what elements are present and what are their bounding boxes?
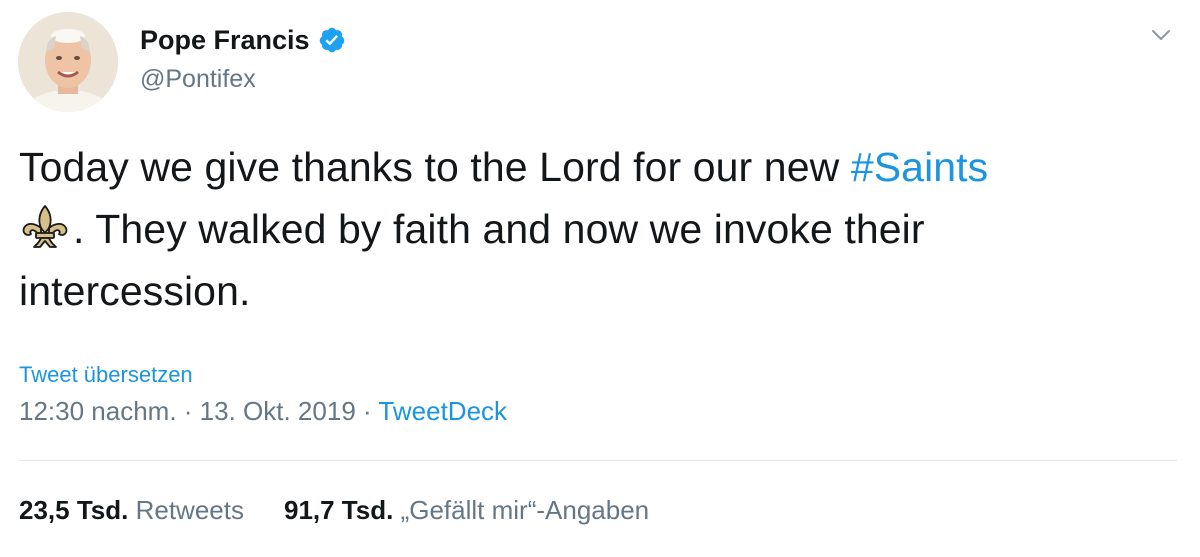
author-name[interactable]: Pope Francis (140, 24, 310, 56)
tweet-stats: 23,5 Tsd. Retweets 91,7 Tsd. „Gefällt mi… (19, 494, 689, 526)
tweet-card: Pope Francis @Pontifex Today we give tha… (0, 0, 1200, 557)
tweet-meta: 12:30 nachm. · 13. Okt. 2019 · TweetDeck (19, 395, 507, 427)
tweet-text: Today we give thanks to the Lord for our… (19, 136, 1159, 322)
tweet-text-part2: . They walked by faith and now we invoke… (19, 206, 925, 314)
verified-badge-icon (318, 26, 346, 54)
author-handle[interactable]: @Pontifex (140, 64, 256, 94)
author-name-row: Pope Francis (140, 24, 346, 56)
fleur-de-lis-icon (19, 203, 71, 251)
tweet-date[interactable]: 13. Okt. 2019 (200, 396, 356, 426)
divider (19, 460, 1177, 461)
likes-stat[interactable]: 91,7 Tsd. „Gefällt mir“-Angaben (284, 494, 649, 526)
retweets-label: Retweets (135, 495, 244, 525)
chevron-down-icon[interactable] (1148, 22, 1174, 48)
avatar[interactable] (18, 12, 118, 112)
likes-label: „Gefällt mir“-Angaben (400, 495, 650, 525)
tweet-source-link[interactable]: TweetDeck (378, 396, 507, 426)
meta-separator: · (355, 396, 379, 426)
retweets-stat[interactable]: 23,5 Tsd. Retweets (19, 494, 244, 526)
retweets-count: 23,5 Tsd. (19, 495, 129, 525)
hashtag-link[interactable]: #Saints (851, 144, 988, 190)
translate-tweet-link[interactable]: Tweet übersetzen (19, 362, 193, 388)
tweet-time[interactable]: 12:30 nachm. (19, 396, 177, 426)
tweet-text-part1: Today we give thanks to the Lord for our… (19, 144, 851, 190)
likes-count: 91,7 Tsd. (283, 495, 394, 525)
meta-separator: · (176, 396, 200, 426)
